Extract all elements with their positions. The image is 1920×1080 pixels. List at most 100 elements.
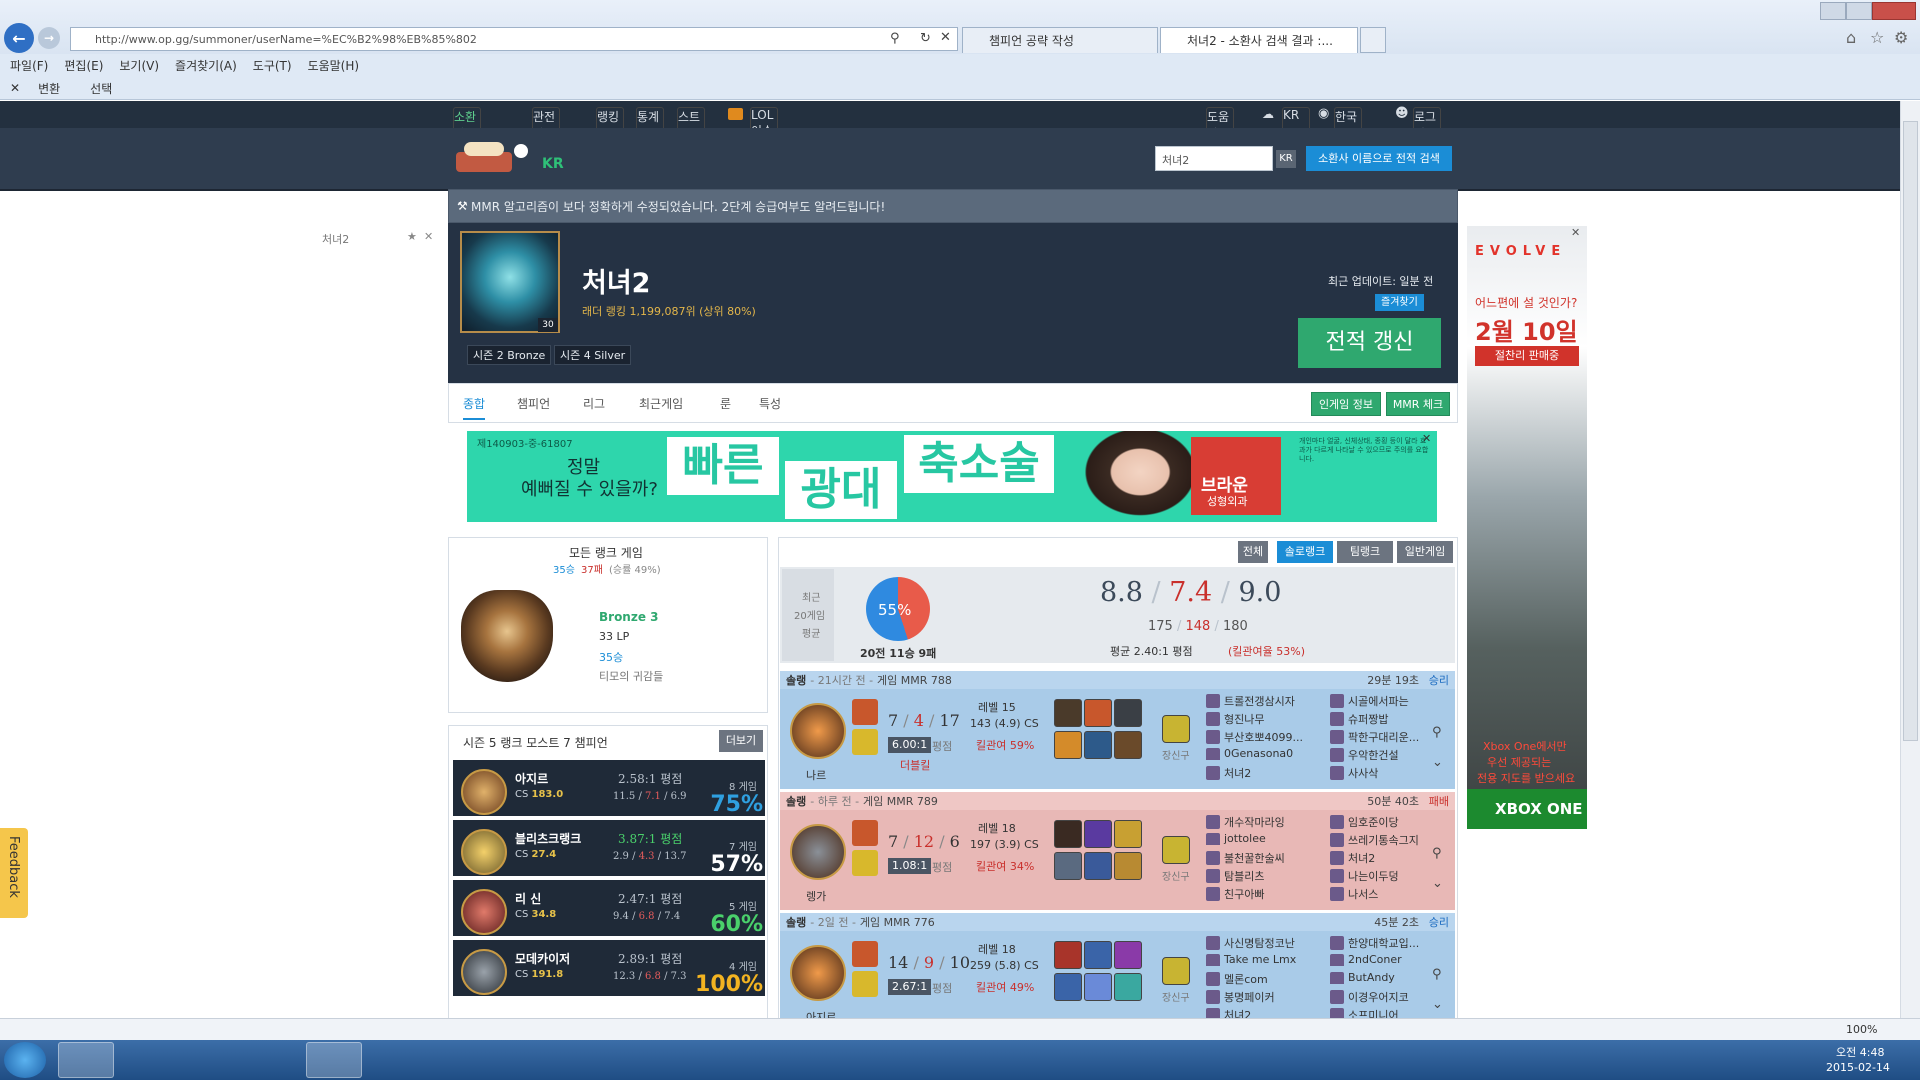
team2-player[interactable]: 한양대학교입... [1330, 935, 1448, 951]
team2-player[interactable]: 처녀2 [1330, 850, 1448, 866]
opgg-logo[interactable] [456, 134, 528, 178]
translate-button[interactable]: 변환 [38, 80, 60, 97]
tab-runes[interactable]: 룬 [720, 395, 731, 412]
tab-recent-games[interactable]: 최근게임 [639, 395, 683, 412]
team2-player[interactable]: 우악한건설 [1330, 747, 1448, 763]
tab-champion-guide[interactable]: 챔피언 공략 작성 [962, 27, 1158, 53]
team1-player[interactable]: 불천꿀한술씨 [1206, 850, 1324, 866]
tab-masteries[interactable]: 특성 [759, 395, 781, 412]
most-champ-row[interactable]: 블리츠크랭크 CS 27.4 3.87:1 평점 2.9 / 4.3 / 13.… [453, 820, 765, 878]
team2-player[interactable]: 사사삭 [1330, 765, 1448, 781]
team1-player[interactable]: 봉명페이커 [1206, 989, 1324, 1005]
forward-button[interactable]: → [38, 27, 60, 49]
team1-player[interactable]: 트롤전갱삼시자 [1206, 693, 1324, 709]
explorer-taskbar-icon[interactable] [124, 1042, 180, 1078]
team2-player[interactable]: ButAndy [1330, 971, 1448, 984]
most-more-button[interactable]: 더보기 [719, 730, 763, 752]
tab-overview[interactable]: 종합 [463, 395, 486, 420]
menu-favorites[interactable]: 즐겨찾기(A) [175, 57, 237, 74]
search-input[interactable]: 처녀2 [1155, 146, 1273, 171]
vertical-scrollbar[interactable] [1900, 101, 1920, 1018]
team2-player[interactable]: 슈퍼짱밥 [1330, 711, 1448, 727]
team1-player[interactable]: 탐블리츠 [1206, 868, 1324, 884]
most-champ-row[interactable]: 모데카이저 CS 191.8 2.89:1 평점 12.3 / 6.8 / 7.… [453, 940, 765, 998]
gear-icon[interactable]: ⚙ [1894, 28, 1908, 47]
chevron-down-icon[interactable]: ⌄ [1432, 876, 1443, 891]
address-bar[interactable]: http://www.op.gg/summoner/userName=%EC%B… [70, 27, 958, 51]
team2-player[interactable]: 쓰레기통속그지 [1330, 832, 1448, 848]
team1-player[interactable]: 부산호뽀4099... [1206, 729, 1324, 745]
team1-player[interactable]: Take me Lmx [1206, 953, 1324, 966]
filter-solo[interactable]: 솔로랭크 [1277, 541, 1333, 563]
chevron-down-icon[interactable]: ⌄ [1432, 997, 1443, 1012]
team1-player[interactable]: 사신명탐정코난 [1206, 935, 1324, 951]
zoom-level[interactable]: 100% [1846, 1023, 1877, 1036]
search-icon[interactable]: ⚲ [1432, 967, 1442, 982]
game-row[interactable]: 솔랭 - 21시간 전 - 게임 MMR 788 29분 19초 승리 나르 7… [780, 671, 1455, 789]
game-row[interactable]: 솔랭 - 2일 전 - 게임 MMR 776 45분 2초 승리 아지르 14 … [780, 913, 1455, 1018]
media-taskbar-icon[interactable] [186, 1042, 242, 1078]
new-tab-button[interactable] [1360, 27, 1386, 53]
team2-player[interactable]: 시골에서파는 [1330, 693, 1448, 709]
team1-player[interactable]: jottolee [1206, 832, 1324, 845]
filter-all[interactable]: 전체 [1238, 541, 1268, 563]
search-button[interactable]: 소환사 이름으로 전적 검색 [1306, 146, 1452, 171]
team1-player[interactable]: 개수작마라잉 [1206, 814, 1324, 830]
tab-summoner[interactable]: 처녀2 - 소환사 검색 결과 :... [1160, 27, 1358, 53]
team2-player[interactable]: 나서스 [1330, 886, 1448, 902]
close-icon[interactable]: ✕ [424, 230, 433, 243]
game-row[interactable]: 솔랭 - 하루 전 - 게임 MMR 789 50분 40초 패배 렝가 7 /… [780, 792, 1455, 910]
stop-icon[interactable]: ✕ [940, 30, 951, 45]
search-icon[interactable]: ⚲ [1432, 725, 1442, 740]
team2-player[interactable]: 소프미니어 [1330, 1007, 1448, 1018]
refresh-icon[interactable]: ↻ [920, 31, 931, 46]
minimize-button[interactable] [1820, 2, 1846, 20]
chrome-taskbar-icon[interactable] [246, 1042, 302, 1078]
team1-player[interactable]: 처녀2 [1206, 1007, 1324, 1018]
menu-edit[interactable]: 편집(E) [64, 57, 103, 74]
window-controls[interactable] [1820, 2, 1916, 20]
close-icon[interactable]: ✕ [1571, 226, 1580, 239]
favorite-button[interactable]: 즐겨찾기 [1375, 294, 1424, 311]
team2-player[interactable]: 이경우어지코 [1330, 989, 1448, 1005]
filter-team[interactable]: 팀랭크 [1337, 541, 1393, 563]
ie-taskbar-icon[interactable] [58, 1042, 114, 1078]
filter-normal[interactable]: 일반게임 [1397, 541, 1453, 563]
team1-player[interactable]: 멜론com [1206, 971, 1324, 987]
home-icon[interactable]: ⌂ [1846, 28, 1856, 47]
feedback-tab[interactable]: Feedback [0, 828, 28, 918]
team2-player[interactable]: 임호준이당 [1330, 814, 1448, 830]
ad-banner[interactable]: 제140903-중-61807 정말 예뻐질 수 있을까? 빠른 광대 축소술 … [467, 431, 1437, 522]
select-button[interactable]: 선택 [90, 80, 112, 97]
search-icon[interactable]: ⚲ [1432, 846, 1442, 861]
menu-file[interactable]: 파일(F) [10, 57, 48, 74]
mmr-check-button[interactable]: MMR 체크 [1386, 392, 1450, 416]
menu-tools[interactable]: 도구(T) [253, 57, 292, 74]
close-icon[interactable]: ✕ [10, 81, 20, 95]
ingame-info-button[interactable]: 인게임 정보 [1311, 392, 1381, 416]
refresh-button[interactable]: 전적 갱신 [1298, 318, 1441, 368]
favorites-icon[interactable]: ☆ [1870, 28, 1884, 47]
team2-player[interactable]: 2ndConer [1330, 953, 1448, 966]
team2-player[interactable]: 팍한구대리운... [1330, 729, 1448, 745]
favorite-summoner[interactable]: 처녀2 [322, 231, 349, 247]
team2-player[interactable]: 나는이두덩 [1330, 868, 1448, 884]
star-icon[interactable]: ★ [407, 230, 417, 243]
close-window-button[interactable] [1872, 2, 1916, 20]
tab-champions[interactable]: 챔피언 [517, 395, 550, 412]
close-icon[interactable]: ✕ [1422, 432, 1431, 445]
menu-view[interactable]: 보기(V) [119, 57, 159, 74]
team1-player[interactable]: 처녀2 [1206, 765, 1324, 781]
team1-player[interactable]: 친구아빠 [1206, 886, 1324, 902]
back-button[interactable]: ← [4, 23, 34, 53]
most-champ-row[interactable]: 리 신 CS 34.8 2.47:1 평점 9.4 / 6.8 / 7.4 5 … [453, 880, 765, 938]
search-icon[interactable]: ⚲ [890, 31, 900, 46]
start-button[interactable] [4, 1042, 46, 1078]
most-champ-row[interactable]: 아지르 CS 183.0 2.58:1 평점 11.5 / 7.1 / 6.9 … [453, 760, 765, 818]
search-region-button[interactable]: KR [1276, 150, 1296, 168]
side-ad[interactable]: EVOLVE 어느편에 설 것인가? 2월 10일 절찬리 판매중 Xbox O… [1467, 226, 1587, 829]
team1-player[interactable]: 형진나무 [1206, 711, 1324, 727]
maximize-button[interactable] [1846, 2, 1872, 20]
menu-help[interactable]: 도움말(H) [308, 57, 360, 74]
paint-taskbar-icon[interactable] [306, 1042, 362, 1078]
